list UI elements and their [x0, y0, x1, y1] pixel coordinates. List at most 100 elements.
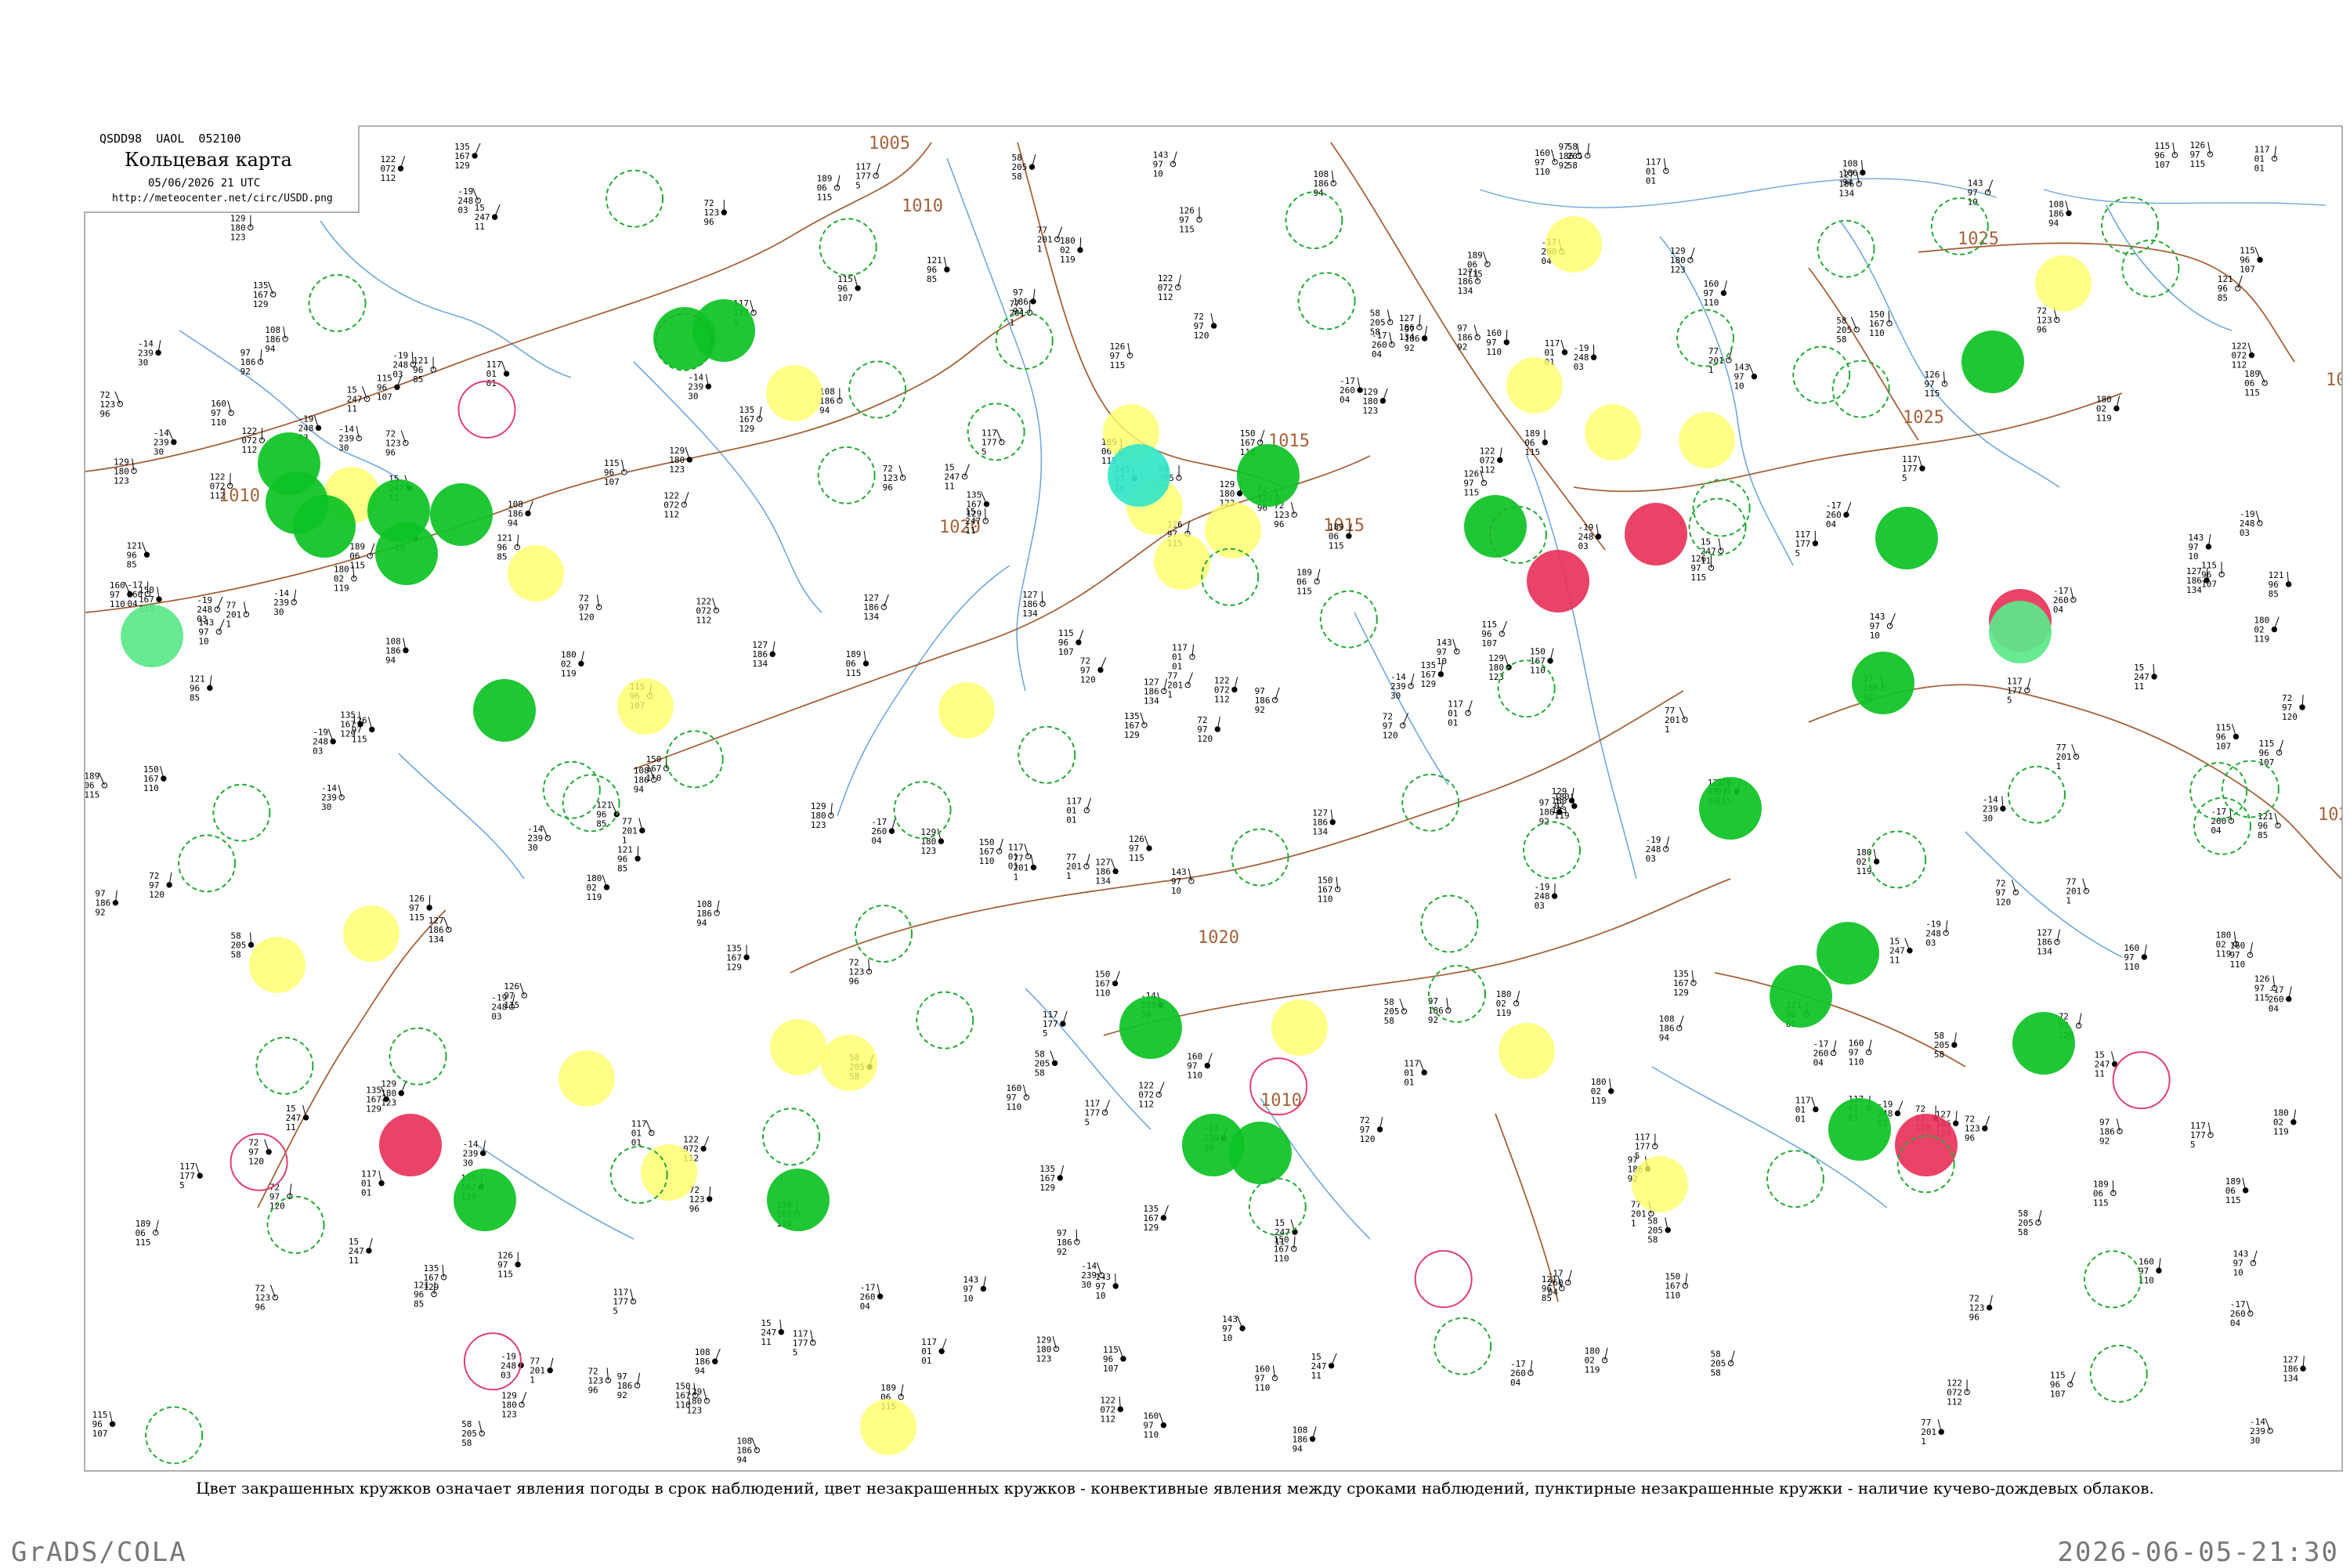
cumulonimbus-ring — [1402, 775, 1459, 831]
wind-barb — [1332, 1353, 1337, 1366]
station-plot: 18906115 — [2093, 1179, 2116, 1208]
station-plot: 1170101 — [1646, 157, 1668, 186]
station-plot: 135167129 — [1143, 1204, 1168, 1233]
station-visibility: 03 — [1925, 938, 1936, 948]
station-plot: 1439710 — [1734, 363, 1756, 392]
wind-barb — [1050, 1050, 1055, 1063]
station-plot: 129180123 — [811, 801, 833, 830]
station-visibility: 112 — [663, 509, 679, 519]
fog-station-marker — [770, 1019, 826, 1075]
wind-barb — [1119, 1346, 1123, 1359]
station-plot: 150167110 — [1530, 647, 1553, 676]
station-plot: 772011 — [1665, 706, 1687, 735]
station-visibility: 01 — [486, 378, 497, 388]
fog-station-marker — [938, 682, 995, 739]
wind-barb — [522, 1392, 526, 1404]
station-visibility: 110 — [1254, 1383, 1270, 1393]
precipitation-station-marker — [1875, 507, 1938, 569]
station-plot: -1924803 — [1925, 919, 1948, 948]
station-visibility: 04 — [2269, 1003, 2280, 1013]
station-dot — [118, 402, 122, 406]
fog-station-marker — [1506, 357, 1563, 414]
station-visibility: 30 — [688, 391, 698, 401]
station-plot: 7297120 — [1194, 312, 1217, 341]
precipitation-station-marker — [375, 522, 438, 585]
station-visibility: 10 — [2232, 1268, 2243, 1278]
station-visibility: 92 — [95, 908, 105, 918]
station-plot: 10818694 — [508, 499, 533, 528]
station-visibility: 1 — [1665, 724, 1670, 735]
station-plot: 16097110 — [1006, 1083, 1029, 1112]
station-plot: 9718692 — [617, 1371, 640, 1400]
station-plot: 122072112 — [1158, 273, 1181, 302]
cumulonimbus-ring — [1677, 310, 1734, 367]
station-plot: 10818694 — [2048, 199, 2071, 228]
cumulonimbus-ring — [146, 1407, 202, 1464]
station-visibility: 11 — [2134, 681, 2144, 692]
station-visibility: 94 — [819, 405, 830, 415]
station-plot: 7212396 — [703, 198, 726, 227]
station-plot: -1423930 — [1983, 794, 2005, 823]
station-plot: 135167129 — [726, 943, 749, 972]
precipitation-station-marker — [1699, 777, 1762, 840]
wind-barb — [1101, 657, 1106, 670]
station-visibility: 04 — [860, 1301, 871, 1311]
synoptic-map: 1005101010101015101510201020102510251010… — [85, 127, 2341, 1470]
station-plot: 7212396 — [689, 1185, 712, 1214]
station-visibility: 115 — [817, 193, 833, 203]
cumulonimbus-ring — [1429, 966, 1485, 1022]
station-visibility: 110 — [2229, 959, 2245, 970]
station-visibility: 94 — [508, 518, 519, 528]
station-visibility: 110 — [2124, 962, 2139, 972]
wind-barb — [1144, 836, 1149, 848]
station-visibility: 123 — [114, 475, 129, 486]
wind-barb — [475, 143, 480, 156]
station-visibility: 112 — [1100, 1414, 1115, 1424]
cumulonimbus-ring — [1285, 192, 1342, 248]
station-plot: 7212396 — [255, 1284, 277, 1313]
station-plot: 135167129 — [253, 280, 276, 309]
cumulonimbus-ring — [1499, 660, 1555, 717]
station-plot: 129180123 — [1036, 1335, 1058, 1364]
station-plot: -1726004 — [2053, 586, 2076, 615]
precipitation-station-marker — [1229, 1122, 1292, 1184]
wind-barb — [1163, 1205, 1168, 1218]
station-visibility: 120 — [1995, 897, 2011, 907]
station-dot — [855, 286, 860, 291]
station-visibility: 04 — [2053, 605, 2064, 615]
station-visibility: 119 — [1496, 1008, 1512, 1018]
station-visibility: 11 — [475, 222, 485, 232]
station-visibility: 123 — [920, 846, 936, 856]
station-visibility: 115 — [1179, 224, 1195, 234]
river — [320, 221, 571, 378]
station-plot: 1219685 — [927, 255, 949, 284]
station-visibility: 10 — [1870, 630, 1880, 641]
station-visibility: 85 — [927, 274, 937, 284]
station-plot: 16097110 — [1535, 148, 1557, 177]
station-plot: 1171775 — [982, 428, 1004, 457]
station-plot: 150167110 — [1318, 875, 1340, 904]
station-dot — [1240, 1326, 1245, 1331]
wind-barb — [328, 729, 333, 742]
convective-ring — [459, 381, 515, 438]
station-plot: 11596107 — [92, 1410, 115, 1439]
wind-barb — [985, 508, 986, 521]
cumulonimbus-ring — [1299, 273, 1355, 329]
station-plot: 127186134 — [752, 640, 775, 669]
station-visibility: 115 — [1690, 573, 1706, 583]
station-visibility: 10 — [1153, 169, 1163, 179]
station-visibility: 115 — [1329, 540, 1344, 551]
wind-barb — [99, 773, 104, 786]
station-plot: 1439710 — [2232, 1249, 2257, 1278]
station-plot: 1171775 — [613, 1288, 635, 1317]
station-visibility: 01 — [1008, 861, 1018, 871]
station-visibility: 58 — [1011, 172, 1021, 182]
wind-barb — [1115, 971, 1120, 984]
station-visibility: 112 — [2231, 360, 2247, 370]
station-visibility: 112 — [1480, 464, 1495, 475]
station-visibility: 30 — [1081, 1280, 1091, 1290]
station-visibility: 94 — [1292, 1443, 1303, 1454]
station-visibility: 58 — [1370, 327, 1380, 337]
station-visibility: 85 — [190, 692, 200, 703]
station-plot: 135167129 — [454, 142, 480, 171]
